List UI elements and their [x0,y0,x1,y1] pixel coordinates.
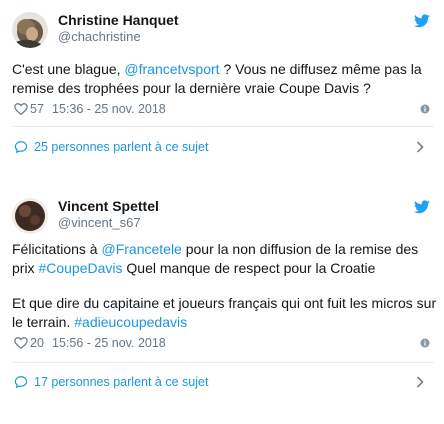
chevron-right-icon [416,141,424,153]
tweet-meta: 57 15:36 - 25 nov. 2018 [12,101,434,119]
timestamp[interactable]: 15:56 - 25 nov. 2018 [52,336,166,350]
tweet-header: Christine Hanquet @chachristine [12,10,432,50]
tweet-text: Et que dire du capitaine et joueurs fran… [12,294,437,332]
hashtag-link[interactable]: #adieucoupedavis [74,314,187,330]
tweet-text: Félicitations à @Francetele pour la non … [12,240,437,278]
tweet-text-segment: C'est une blague, [12,61,125,77]
twitter-bird-icon[interactable] [414,200,430,214]
speech-bubble-icon [14,141,28,154]
like-count: 20 [30,336,44,350]
conversation-link[interactable]: 17 personnes parlent à ce sujet [12,373,432,393]
avatar[interactable] [12,198,48,234]
conversation-label: 17 personnes parlent à ce sujet [34,375,209,389]
tweet-text: C'est une blague, @francetvsport ? Vous … [12,60,437,98]
info-icon[interactable] [420,104,430,114]
divider [12,362,434,363]
tweet-meta: 20 15:56 - 25 nov. 2018 [12,335,434,353]
like-count: 57 [30,102,44,116]
tweet-header: Vincent Spettel @vincent_s67 [12,196,432,236]
divider [12,126,434,127]
user-handle[interactable]: @chachristine [58,29,141,44]
heart-icon[interactable] [14,336,28,350]
user-handle[interactable]: @vincent_s67 [58,215,141,230]
info-icon[interactable] [420,338,430,348]
tweet-text-segment: Quel manque de respect pour la Croatie [122,260,376,276]
mention-link[interactable]: @francetvsport [124,61,219,77]
chevron-right-icon [416,376,424,388]
user-name[interactable]: Christine Hanquet [58,12,179,28]
mention-link[interactable]: @Francetele [101,241,181,257]
user-name[interactable]: Vincent Spettel [58,198,159,214]
avatar[interactable] [12,12,48,48]
conversation-label: 25 personnes parlent à ce sujet [34,140,209,154]
tweet-card-2: Vincent Spettel @vincent_s67 Félicitatio… [0,186,444,424]
speech-bubble-icon [14,376,28,389]
timestamp[interactable]: 15:36 - 25 nov. 2018 [52,102,166,116]
twitter-bird-icon[interactable] [414,14,430,28]
conversation-link[interactable]: 25 personnes parlent à ce sujet [12,138,432,158]
tweet-text-segment: Félicitations à [12,241,102,257]
hashtag-link[interactable]: #CoupeDavis [38,260,122,276]
heart-icon[interactable] [14,102,28,116]
tweet-card-1: Christine Hanquet @chachristine C'est un… [0,0,444,172]
